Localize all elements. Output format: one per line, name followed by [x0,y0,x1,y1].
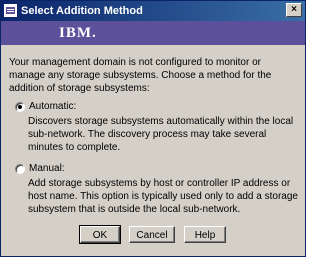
select-addition-method-dialog: Select Addition Method × IBM. Your manag… [0,0,306,257]
title-bar[interactable]: Select Addition Method × [1,1,305,21]
automatic-label[interactable]: Automatic: [29,100,76,113]
ok-button[interactable]: OK [79,225,121,244]
manual-radio[interactable] [15,163,25,174]
ibm-banner: IBM. [1,21,305,45]
manual-description: Add storage subsystems by host or contro… [28,178,298,215]
window-title: Select Addition Method [21,5,143,17]
radio-selected-dot [18,104,22,109]
help-button[interactable]: Help [184,226,226,243]
manual-option[interactable]: Manual: [15,162,65,175]
dialog-content: Your management domain is not configured… [1,45,305,256]
close-button[interactable]: × [286,3,302,17]
automatic-option[interactable]: Automatic: [15,100,76,113]
manual-label[interactable]: Manual: [29,162,65,175]
app-icon [4,4,17,17]
automatic-description: Discovers storage subsystems automatical… [28,116,294,153]
automatic-radio[interactable] [15,101,25,112]
ibm-logo: IBM. [59,25,97,41]
intro-text: Your management domain is not configured… [9,57,272,94]
close-icon: × [291,4,297,15]
cancel-button[interactable]: Cancel [129,226,175,243]
